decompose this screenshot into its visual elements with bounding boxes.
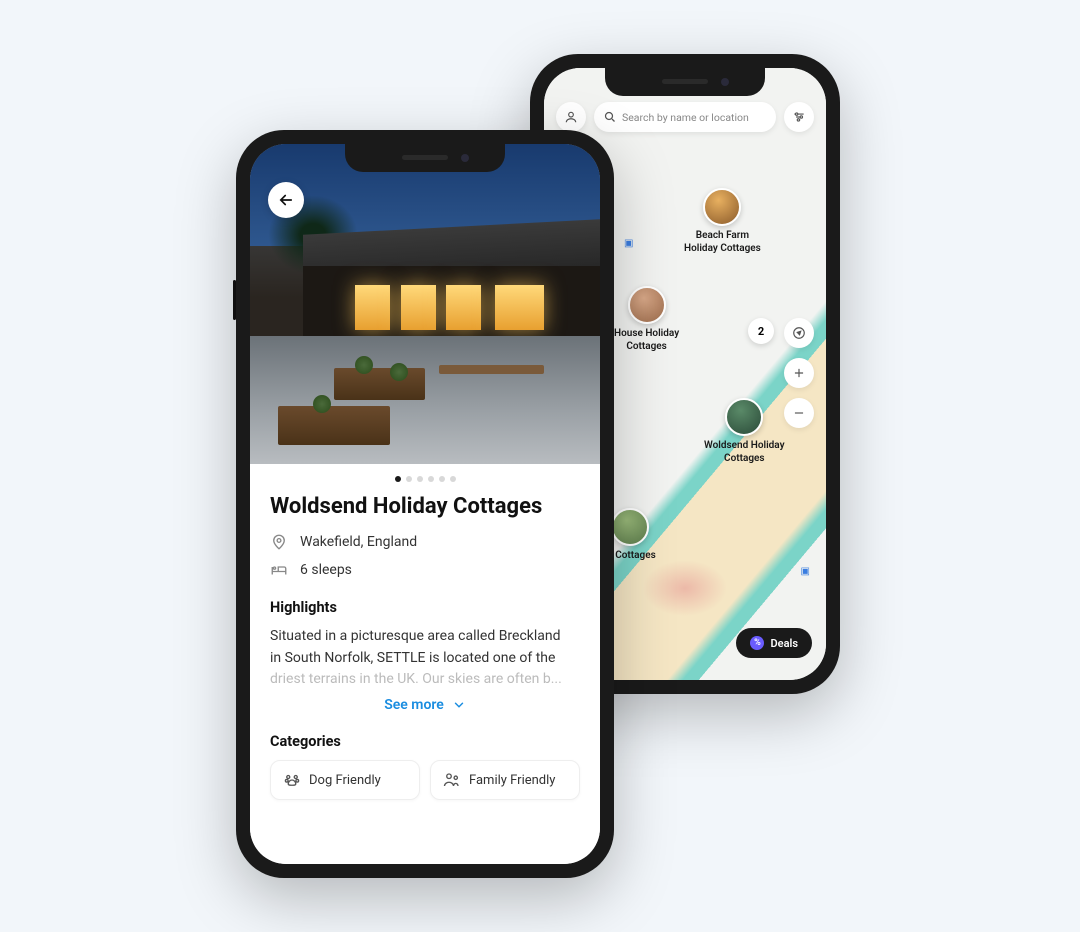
sleeps-text: 6 sleeps (300, 562, 352, 578)
pin-avatar (703, 188, 741, 226)
pin-label: Beach Farm Holiday Cottages (684, 230, 761, 255)
location-text: Wakefield, England (300, 534, 417, 550)
highlights-heading: Highlights (270, 599, 580, 616)
pin-avatar (611, 508, 649, 546)
map-glyph: ▣ (624, 238, 633, 249)
image-pager[interactable] (270, 476, 580, 482)
map-pin-woldsend[interactable]: Woldsend Holiday Cottages (704, 398, 785, 465)
zoom-out-button[interactable] (784, 398, 814, 428)
back-button[interactable] (268, 182, 304, 218)
arrow-left-icon (277, 191, 295, 209)
deals-button[interactable]: % Deals (736, 628, 812, 658)
paw-icon (283, 771, 301, 789)
map-cluster-badge[interactable]: 2 (748, 318, 774, 344)
bed-icon (270, 561, 288, 579)
chevron-down-icon (452, 698, 466, 712)
plus-icon (792, 366, 806, 380)
listing-title: Woldsend Holiday Cottages (270, 494, 580, 519)
map-pin-beach-farm[interactable]: Beach Farm Holiday Cottages (684, 188, 761, 255)
category-chip-family-friendly[interactable]: Family Friendly (430, 760, 580, 800)
pager-dot (439, 476, 445, 482)
minus-icon (792, 406, 806, 420)
pager-dot (417, 476, 423, 482)
pager-dot (428, 476, 434, 482)
see-more-button[interactable]: See more (270, 697, 580, 713)
pager-dot (450, 476, 456, 482)
categories-heading: Categories (270, 733, 580, 750)
see-more-label: See more (384, 697, 444, 713)
pin-label: House Holiday Cottages (614, 328, 679, 353)
chip-label: Family Friendly (469, 773, 555, 788)
deals-label: Deals (770, 637, 798, 650)
map-glyph: ▣ (801, 566, 810, 577)
filter-icon (792, 110, 806, 124)
percent-icon: % (750, 636, 764, 650)
filter-button[interactable] (784, 102, 814, 132)
notch (605, 68, 765, 96)
location-row: Wakefield, England (270, 533, 580, 551)
map-pin-house-holiday[interactable]: House Holiday Cottages (614, 286, 679, 353)
detail-phone-frame: Woldsend Holiday Cottages Wakefield, Eng… (236, 130, 614, 878)
zoom-in-button[interactable] (784, 358, 814, 388)
pin-avatar (725, 398, 763, 436)
location-pin-icon (270, 533, 288, 551)
family-icon (443, 771, 461, 789)
pin-label: Woldsend Holiday Cottages (704, 440, 785, 465)
search-icon (604, 111, 616, 123)
user-icon (564, 110, 578, 124)
pager-dot (395, 476, 401, 482)
profile-button[interactable] (556, 102, 586, 132)
pager-dot (406, 476, 412, 482)
search-input[interactable]: Search by name or location (594, 102, 776, 132)
compass-button[interactable] (784, 318, 814, 348)
sleeps-row: 6 sleeps (270, 561, 580, 579)
category-chip-dog-friendly[interactable]: Dog Friendly (270, 760, 420, 800)
pin-avatar (628, 286, 666, 324)
compass-icon (792, 326, 806, 340)
chip-label: Dog Friendly (309, 773, 381, 788)
search-placeholder: Search by name or location (622, 111, 749, 124)
notch (345, 144, 505, 172)
description-text: Situated in a picturesque area called Br… (270, 626, 580, 691)
